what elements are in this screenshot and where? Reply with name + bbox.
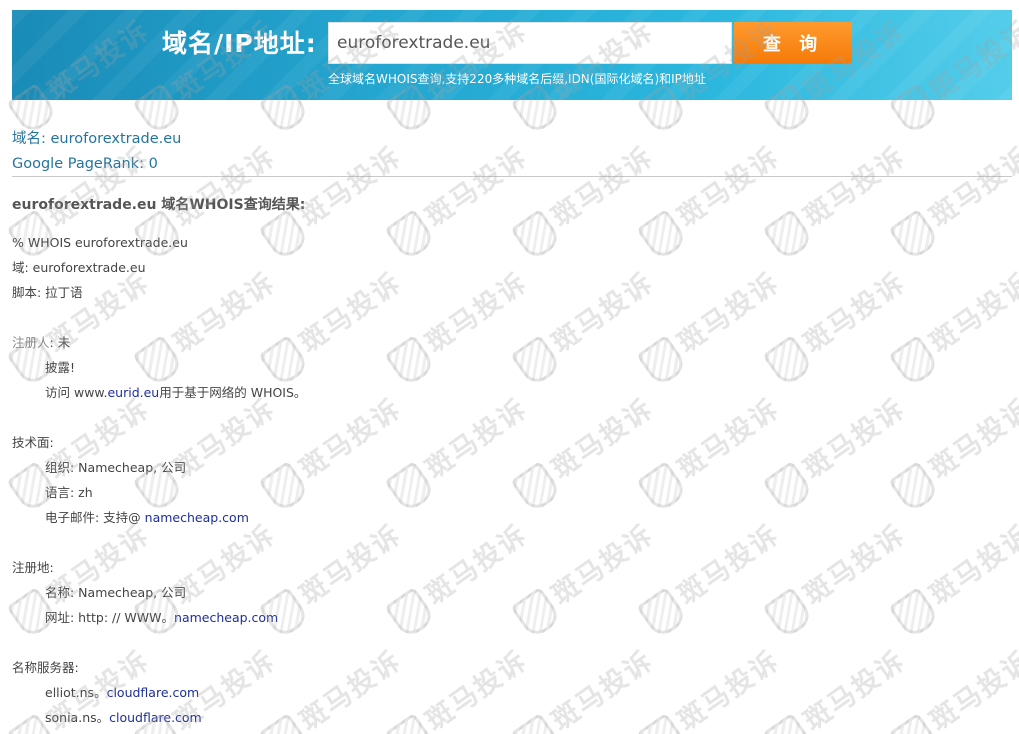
visit-prefix: 访问 www. bbox=[45, 385, 108, 400]
domain-line: 域名: euroforextrade.eu bbox=[12, 131, 182, 147]
domain-info: 域名: euroforextrade.eu Google PageRank: 0 bbox=[12, 128, 181, 178]
registrant-disclose: 披露! bbox=[45, 360, 76, 375]
registrant-value: : 未 bbox=[49, 335, 71, 350]
divider bbox=[12, 176, 1012, 177]
tech-email-prefix: 电子邮件: 支持@ bbox=[45, 510, 145, 525]
visit-line: 访问 www.eurid.eu用于基于网络的 WHOIS。 bbox=[12, 380, 992, 405]
tech-email-link[interactable]: namecheap.com bbox=[145, 510, 249, 525]
nameserver-1: elliot.ns。cloudflare.com bbox=[12, 680, 992, 705]
visit-suffix: 用于基于网络的 WHOIS。 bbox=[159, 385, 307, 400]
registrar-url-link[interactable]: namecheap.com bbox=[174, 610, 278, 625]
ns1-link[interactable]: cloudflare.com bbox=[107, 685, 200, 700]
tech-language: 语言: zh bbox=[45, 485, 93, 500]
pagerank-line: Google PageRank: 0 bbox=[12, 156, 158, 172]
tech-org: 组织: Namecheap, 公司 bbox=[45, 460, 187, 475]
domain-search-input[interactable] bbox=[328, 22, 732, 64]
registrar-label: 注册地: bbox=[12, 560, 54, 575]
query-button[interactable]: 查 询 bbox=[734, 22, 852, 64]
whois-domain: 域: euroforextrade.eu bbox=[12, 260, 146, 275]
banner-subtitle: 全球域名WHOIS查询,支持220多种域名后缀,IDN(国际化域名)和IP地址 bbox=[328, 72, 706, 86]
registrant-label: 注册人 bbox=[12, 335, 50, 350]
whois-header: % WHOIS euroforextrade.eu bbox=[12, 235, 188, 250]
registrar-name: 名称: Namecheap, 公司 bbox=[45, 585, 187, 600]
ns1-prefix: elliot.ns。 bbox=[45, 685, 107, 700]
eurid-link[interactable]: eurid.eu bbox=[107, 385, 159, 400]
nameserver-2: sonia.ns。cloudflare.com bbox=[12, 705, 992, 730]
search-label: 域名/IP地址: bbox=[162, 29, 317, 58]
registrant-line: 注册人: 未 bbox=[12, 330, 992, 355]
whois-result: % WHOIS euroforextrade.eu 域: euroforextr… bbox=[12, 230, 992, 730]
search-banner: 域名/IP地址: 查 询 全球域名WHOIS查询,支持220多种域名后缀,IDN… bbox=[12, 10, 1012, 100]
nameserver-label: 名称服务器: bbox=[12, 660, 79, 675]
result-title: euroforextrade.eu 域名WHOIS查询结果: bbox=[12, 197, 306, 213]
technical-label: 技术面: bbox=[12, 435, 54, 450]
registrar-url-prefix: 网址: http: // WWW。 bbox=[45, 610, 175, 625]
registrar-url-line: 网址: http: // WWW。namecheap.com bbox=[12, 605, 992, 630]
ns2-link[interactable]: cloudflare.com bbox=[109, 710, 202, 725]
whois-script: 脚本: 拉丁语 bbox=[12, 285, 83, 300]
tech-email-line: 电子邮件: 支持@ namecheap.com bbox=[12, 505, 992, 530]
ns2-prefix: sonia.ns。 bbox=[45, 710, 110, 725]
